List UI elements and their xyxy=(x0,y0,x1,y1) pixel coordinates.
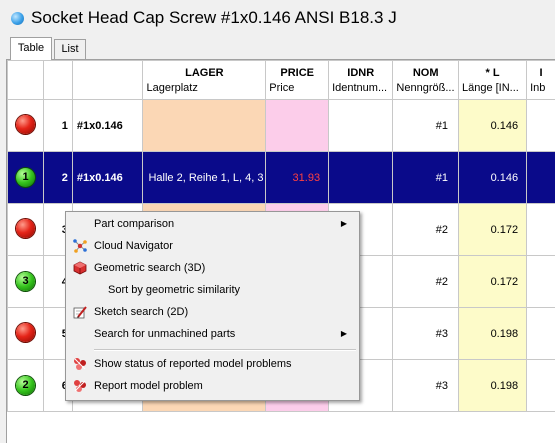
menu-separator xyxy=(94,349,356,351)
l-cell: 0.146 xyxy=(458,152,526,204)
column-subtitle: Price xyxy=(266,79,328,94)
geometric-search-icon xyxy=(73,261,87,275)
column-header-l[interactable]: * LLänge [IN... xyxy=(458,61,526,100)
header-row: LAGERLagerplatz PRICEPrice IDNRIdentnum.… xyxy=(8,61,555,100)
column-title: * L xyxy=(459,61,526,79)
idnr-cell xyxy=(329,100,393,152)
app-icon xyxy=(11,12,24,25)
status-lamp-icon xyxy=(16,219,35,238)
model-problem-status-icon xyxy=(73,357,87,371)
menu-item-label: Sort by geometric similarity xyxy=(108,279,240,301)
tab-table[interactable]: Table xyxy=(10,37,52,60)
nom-cell: #2 xyxy=(393,256,459,308)
extra-cell xyxy=(527,360,555,412)
extra-cell xyxy=(527,100,555,152)
header-corner xyxy=(8,61,44,100)
column-header-nom[interactable]: NOMNenngröß... xyxy=(393,61,459,100)
status-lamp-icon xyxy=(16,323,35,342)
nom-cell: #3 xyxy=(393,360,459,412)
menu-item-sort-by-similarity[interactable]: Sort by geometric similarity xyxy=(68,279,357,301)
lager-cell: Halle 2, Reihe 1, L, 4, 3 xyxy=(143,152,266,204)
menu-item-part-comparison[interactable]: Part comparison ▶ xyxy=(68,213,357,235)
window-title: Socket Head Cap Screw #1x0.146 ANSI B18.… xyxy=(31,8,397,28)
column-subtitle: Identnum... xyxy=(329,79,392,94)
header-blank xyxy=(44,61,73,100)
menu-item-model-problem-status[interactable]: Show status of reported model problems xyxy=(68,353,357,375)
extra-cell xyxy=(527,256,555,308)
column-title: I xyxy=(527,61,555,79)
lager-cell xyxy=(143,100,266,152)
menu-item-label: Part comparison xyxy=(94,213,174,235)
menu-item-geometric-search[interactable]: Geometric search (3D) xyxy=(68,257,357,279)
nom-cell: #1 xyxy=(393,100,459,152)
table-row-selected[interactable]: 1 2 #1x0.146 Halle 2, Reihe 1, L, 4, 3 3… xyxy=(8,152,555,204)
column-header-price[interactable]: PRICEPrice xyxy=(266,61,329,100)
title-bar: Socket Head Cap Screw #1x0.146 ANSI B18.… xyxy=(0,0,555,36)
extra-cell xyxy=(527,204,555,256)
menu-item-label: Geometric search (3D) xyxy=(94,257,205,279)
menu-item-report-model-problem[interactable]: Report model problem xyxy=(68,375,357,397)
part-id-cell: #1x0.146 xyxy=(72,152,143,204)
menu-item-label: Sketch search (2D) xyxy=(94,301,188,323)
column-title: PRICE xyxy=(266,61,328,79)
submenu-arrow-icon: ▶ xyxy=(341,323,347,345)
nom-cell: #1 xyxy=(393,152,459,204)
column-subtitle: Inb xyxy=(527,79,555,94)
status-lamp-icon xyxy=(16,115,35,134)
menu-item-sketch-search[interactable]: Sketch search (2D) xyxy=(68,301,357,323)
l-cell: 0.198 xyxy=(458,360,526,412)
status-lamp-icon: 2 xyxy=(16,376,35,395)
column-header-idnr[interactable]: IDNRIdentnum... xyxy=(329,61,393,100)
idnr-cell xyxy=(329,152,393,204)
tab-list[interactable]: List xyxy=(54,39,86,59)
price-cell: 31.93 xyxy=(266,152,329,204)
extra-cell xyxy=(527,152,555,204)
table-row[interactable]: 1 #1x0.146 #1 0.146 xyxy=(8,100,555,152)
sketch-search-icon xyxy=(73,305,87,319)
menu-item-label: Report model problem xyxy=(94,375,203,397)
part-id-cell: #1x0.146 xyxy=(72,100,143,152)
column-header-lager[interactable]: LAGERLagerplatz xyxy=(143,61,266,100)
column-title: NOM xyxy=(393,61,458,79)
extra-cell xyxy=(527,308,555,360)
menu-item-label: Show status of reported model problems xyxy=(94,353,292,375)
nom-cell: #2 xyxy=(393,204,459,256)
column-subtitle: Nenngröß... xyxy=(393,79,458,94)
l-cell: 0.198 xyxy=(458,308,526,360)
column-title: LAGER xyxy=(143,61,265,79)
column-header-extra[interactable]: IInb xyxy=(527,61,555,100)
column-subtitle: Lagerplatz xyxy=(143,79,265,94)
header-blank xyxy=(72,61,143,100)
menu-item-label: Cloud Navigator xyxy=(94,235,173,257)
row-number: 2 xyxy=(44,152,73,204)
row-number: 1 xyxy=(44,100,73,152)
submenu-arrow-icon: ▶ xyxy=(341,213,347,235)
l-cell: 0.146 xyxy=(458,100,526,152)
menu-item-unmachined-parts[interactable]: Search for unmachined parts ▶ xyxy=(68,323,357,345)
l-cell: 0.172 xyxy=(458,256,526,308)
context-menu: Part comparison ▶ Cloud Navigator Geomet… xyxy=(65,211,360,401)
report-problem-icon xyxy=(73,379,87,393)
menu-item-cloud-navigator[interactable]: Cloud Navigator xyxy=(68,235,357,257)
status-lamp-icon: 1 xyxy=(16,168,35,187)
nom-cell: #3 xyxy=(393,308,459,360)
l-cell: 0.172 xyxy=(458,204,526,256)
menu-item-label: Search for unmachined parts xyxy=(94,323,235,345)
column-subtitle: Länge [IN... xyxy=(459,79,526,94)
column-title: IDNR xyxy=(329,61,392,79)
status-lamp-icon: 3 xyxy=(16,272,35,291)
price-cell xyxy=(266,100,329,152)
cloud-navigator-icon xyxy=(73,239,87,253)
